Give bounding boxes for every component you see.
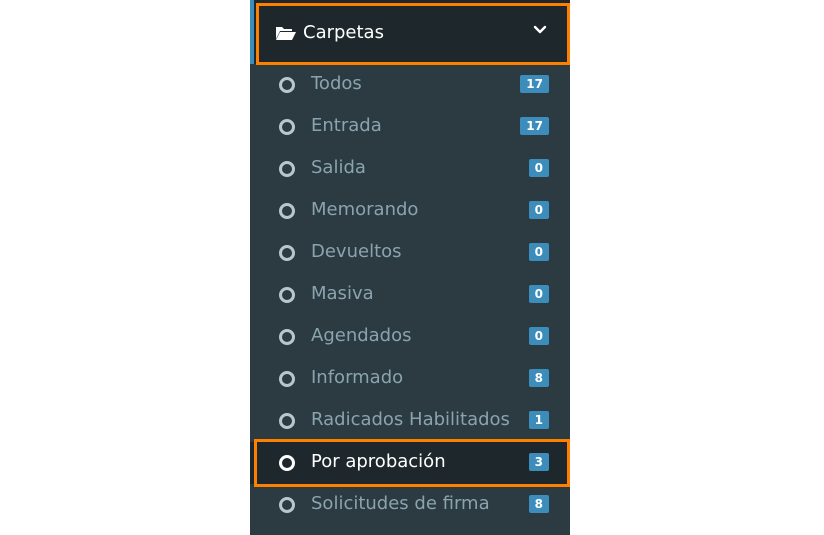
- folder-item-devueltos[interactable]: Devueltos 0: [250, 232, 570, 274]
- circle-icon: [279, 371, 295, 387]
- folder-open-icon: [276, 27, 296, 40]
- count-badge: 17: [520, 117, 549, 135]
- count-badge: 8: [528, 495, 549, 513]
- circle-icon: [279, 77, 295, 93]
- folder-item-entrada[interactable]: Entrada 17: [250, 106, 570, 148]
- circle-icon: [279, 119, 295, 135]
- count-badge: 0: [528, 159, 549, 177]
- folder-item-solicitudes-de-firma[interactable]: Solicitudes de firma 8: [250, 484, 570, 526]
- folder-item-label: Entrada: [311, 115, 382, 136]
- folder-item-informado[interactable]: Informado 8: [250, 358, 570, 400]
- folder-item-radicados-habilitados[interactable]: Radicados Habilitados 1: [250, 400, 570, 442]
- folder-item-label: Todos: [311, 73, 362, 94]
- folder-item-label: Masiva: [311, 283, 374, 304]
- folder-item-label: Solicitudes de firma: [311, 493, 490, 514]
- circle-icon: [279, 497, 295, 513]
- folder-item-salida[interactable]: Salida 0: [250, 148, 570, 190]
- count-badge: 0: [528, 201, 549, 219]
- folder-item-label: Agendados: [311, 325, 412, 346]
- count-badge: 8: [528, 369, 549, 387]
- circle-icon: [279, 455, 295, 471]
- count-badge: 3: [528, 453, 549, 471]
- active-accent-bar: [250, 0, 254, 64]
- folder-item-label: Radicados Habilitados: [311, 409, 510, 430]
- folder-item-label: Por aprobación: [311, 451, 446, 472]
- folder-item-agendados[interactable]: Agendados 0: [250, 316, 570, 358]
- folder-item-todos[interactable]: Todos 17: [250, 64, 570, 106]
- circle-icon: [279, 203, 295, 219]
- folders-menu-toggle[interactable]: Carpetas: [250, 0, 570, 64]
- circle-icon: [279, 245, 295, 261]
- folder-item-por-aprobacion[interactable]: Por aprobación 3: [250, 442, 570, 484]
- circle-icon: [279, 161, 295, 177]
- folder-item-label: Informado: [311, 367, 404, 388]
- folder-item-masiva[interactable]: Masiva 0: [250, 274, 570, 316]
- count-badge: 0: [528, 327, 549, 345]
- folder-item-label: Salida: [311, 157, 366, 178]
- count-badge: 17: [520, 75, 549, 93]
- circle-icon: [279, 329, 295, 345]
- circle-icon: [279, 413, 295, 429]
- count-badge: 0: [528, 285, 549, 303]
- folders-title: Carpetas: [303, 22, 384, 43]
- folder-item-memorando[interactable]: Memorando 0: [250, 190, 570, 232]
- count-badge: 1: [528, 411, 549, 429]
- sidebar: Carpetas Todos 17 Entrada 17 Salida 0 Me…: [250, 0, 570, 535]
- circle-icon: [279, 287, 295, 303]
- folder-item-label: Devueltos: [311, 241, 402, 262]
- chevron-down-icon[interactable]: [533, 25, 547, 35]
- count-badge: 0: [528, 243, 549, 261]
- folder-item-label: Memorando: [311, 199, 419, 220]
